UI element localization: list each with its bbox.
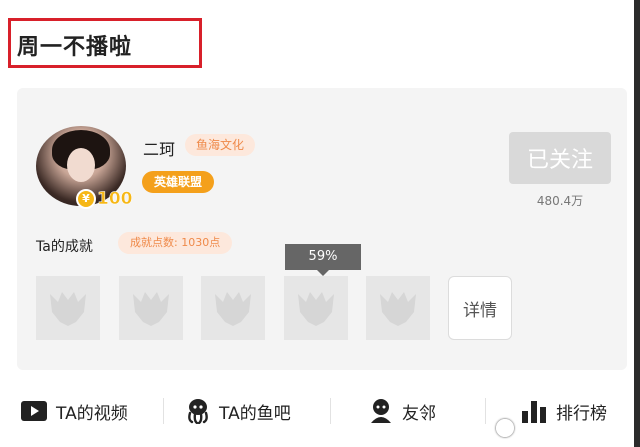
username: 二珂 [143,140,176,159]
achievement-details-button[interactable]: 详情 [448,276,512,340]
achievement-slot[interactable] [366,276,430,340]
achievement-progress-tooltip: 59% [285,244,361,276]
achievement-slot[interactable] [36,276,100,340]
nav-neighbors-label: 友邻 [402,403,436,424]
nav-divider [485,398,486,424]
watermark [496,419,518,437]
level-badge: ¥ 100 [76,188,137,210]
play-icon [21,401,47,421]
bar-chart-icon [522,401,546,423]
nav-divider [163,398,164,424]
achievement-emblem-icon [133,292,169,326]
nav-divider [330,398,331,424]
game-tag: 英雄联盟 [142,171,215,193]
watermark-logo-icon [496,419,514,437]
achievement-emblem-icon [380,292,416,326]
octopus-icon [188,399,208,424]
follower-count: 480.4万 [536,194,584,208]
person-icon [371,399,391,423]
nav-fish-bar[interactable]: TA的鱼吧 [185,388,291,434]
nav-videos[interactable]: TA的视频 [20,388,128,434]
achievement-slot[interactable] [284,276,348,340]
nav-fish-bar-label: TA的鱼吧 [219,403,291,424]
org-tag: 鱼海文化 [185,134,256,156]
nav-ranking[interactable]: 排行榜 [520,388,607,434]
bottom-nav: TA的视频 TA的鱼吧 友邻 排行榜 [0,388,634,434]
follow-button[interactable]: 已关注 [509,132,611,184]
level-value: 100 [97,189,133,210]
achievement-emblem-icon [215,292,251,326]
nav-videos-label: TA的视频 [56,403,128,424]
achievement-slot[interactable] [119,276,183,340]
achievement-emblem-icon [50,292,86,326]
achievements-label: Ta的成就 [36,239,93,255]
achievement-emblem-icon [298,292,334,326]
achievement-points-badge: 成就点数: 1030点 [118,232,233,254]
page-title: 周一不播啦 [17,35,133,60]
achievement-slot[interactable] [201,276,265,340]
screen-edge [634,0,640,447]
nav-ranking-label: 排行榜 [556,403,607,424]
coin-icon: ¥ [76,189,96,209]
nav-neighbors[interactable]: 友邻 [368,388,436,434]
